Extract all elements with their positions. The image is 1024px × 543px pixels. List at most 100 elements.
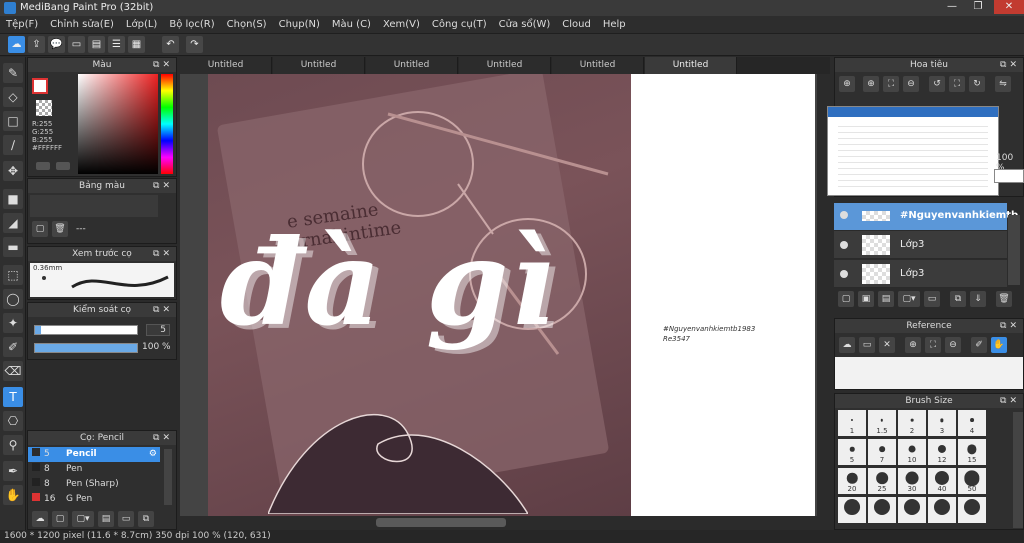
- zoom-fit-icon[interactable]: ⊕: [839, 76, 855, 92]
- duplicate-layer-icon[interactable]: ⧉: [950, 291, 966, 307]
- undo-icon[interactable]: ↶: [162, 36, 179, 53]
- delete-layer-icon[interactable]: 🗑: [996, 291, 1012, 307]
- list-icon[interactable]: ☰: [108, 36, 125, 53]
- brush-settings-icon[interactable]: ▤: [98, 511, 114, 527]
- color-mode-button[interactable]: [36, 162, 50, 170]
- brush-size-option[interactable]: 1.5: [868, 410, 896, 436]
- brush-size-option[interactable]: 10: [898, 439, 926, 465]
- menu-file[interactable]: Tệp(F): [0, 16, 44, 34]
- tab-untitled-2[interactable]: Untitled: [273, 57, 365, 74]
- document-icon[interactable]: ▤: [88, 36, 105, 53]
- duplicate-icon[interactable]: ⧉: [138, 511, 154, 527]
- tab-untitled-4[interactable]: Untitled: [459, 57, 551, 74]
- brush-size-option[interactable]: [868, 497, 896, 523]
- tab-untitled-1[interactable]: Untitled: [180, 57, 272, 74]
- hand-icon[interactable]: ✋: [991, 337, 1007, 353]
- zoom-fit-icon[interactable]: ⛶: [925, 337, 941, 353]
- brush-size-value[interactable]: 5: [146, 324, 170, 336]
- menu-snap[interactable]: Chụp(N): [273, 16, 326, 34]
- new-layer-icon[interactable]: ▢: [838, 291, 854, 307]
- zoom-out-icon[interactable]: ⊖: [945, 337, 961, 353]
- zoom-in-icon[interactable]: ⊕: [905, 337, 921, 353]
- brush-size-option[interactable]: 1: [838, 410, 866, 436]
- brush-size-option[interactable]: 7: [868, 439, 896, 465]
- zoom-in-icon[interactable]: ⊕: [863, 76, 879, 92]
- add-brush-icon[interactable]: ▢▾: [72, 511, 94, 527]
- rotate-left-icon[interactable]: ↺: [929, 76, 945, 92]
- menu-layer[interactable]: Lớp(L): [120, 16, 163, 34]
- select-pen-icon[interactable]: ✐: [3, 337, 23, 357]
- visibility-icon[interactable]: [840, 211, 848, 219]
- brush-size-option[interactable]: [928, 497, 956, 523]
- layer-row-1[interactable]: #Nguyenvanhkiemtb: [834, 203, 1018, 231]
- merge-layer-icon[interactable]: ⇓: [970, 291, 986, 307]
- bucket-tool-icon[interactable]: ◢: [3, 213, 23, 233]
- menu-select[interactable]: Chọn(S): [221, 16, 273, 34]
- brush-item-g-pen[interactable]: 16 G Pen: [28, 492, 160, 507]
- tab-untitled-3[interactable]: Untitled: [366, 57, 458, 74]
- panel-close-icon[interactable]: ⧉✕: [153, 179, 173, 193]
- gear-icon[interactable]: ⚙: [149, 447, 157, 462]
- eyedropper-icon[interactable]: ✐: [971, 337, 987, 353]
- eraser-tool-icon[interactable]: ◇: [3, 87, 23, 107]
- restore-button[interactable]: ❐: [966, 0, 990, 14]
- menu-edit[interactable]: Chỉnh sửa(E): [44, 16, 120, 34]
- brush-size-option[interactable]: [898, 497, 926, 523]
- brush-size-option[interactable]: [838, 497, 866, 523]
- tab-untitled-5[interactable]: Untitled: [552, 57, 644, 74]
- brush-size-option[interactable]: 40: [928, 468, 956, 494]
- pen-tool-icon[interactable]: ✒: [3, 461, 23, 481]
- cloud-icon[interactable]: ☁: [839, 337, 855, 353]
- canvas-paper[interactable]: #Nguyenvanhkiemtb1983 Re3547: [631, 74, 815, 516]
- magic-wand-icon[interactable]: ✦: [3, 313, 23, 333]
- line-tool-icon[interactable]: ∕: [3, 135, 23, 155]
- brush-list-scrollbar[interactable]: [164, 449, 172, 505]
- visibility-icon[interactable]: [840, 270, 848, 278]
- layers-scrollbar[interactable]: [1008, 215, 1020, 285]
- new-8bit-layer-icon[interactable]: ▤: [878, 291, 894, 307]
- rotate-reset-icon[interactable]: ⛶: [949, 76, 965, 92]
- new-brush-icon[interactable]: ▢: [52, 511, 68, 527]
- background-color-swatch[interactable]: [36, 100, 52, 116]
- delete-palette-icon[interactable]: 🗑: [52, 221, 68, 237]
- zoom-actual-icon[interactable]: ⛶: [883, 76, 899, 92]
- fill-rect-tool-icon[interactable]: ■: [3, 189, 23, 209]
- overlay-text[interactable]: đà gì: [220, 224, 557, 342]
- brush-size-option[interactable]: 25: [868, 468, 896, 494]
- comment-icon[interactable]: 💬: [48, 36, 65, 53]
- panel-close-icon[interactable]: ⧉✕: [1000, 394, 1020, 408]
- brush-size-slider[interactable]: [34, 325, 138, 335]
- brush-size-scrollbar[interactable]: [1013, 412, 1023, 528]
- brush-size-option[interactable]: 3: [928, 410, 956, 436]
- folder-icon[interactable]: ▭: [924, 291, 940, 307]
- brush-item-pen-sharp[interactable]: 8 Pen (Sharp): [28, 477, 160, 492]
- brush-size-option[interactable]: 5: [838, 439, 866, 465]
- panel-close-icon[interactable]: ⧉✕: [1000, 319, 1020, 333]
- hand-tool-icon[interactable]: ✋: [3, 485, 23, 505]
- layer-row-3[interactable]: Lớp3: [834, 260, 1007, 288]
- brush-size-option[interactable]: 12: [928, 439, 956, 465]
- menu-cloud[interactable]: Cloud: [556, 16, 597, 34]
- add-layer-dropdown-icon[interactable]: ▢▾: [898, 291, 920, 307]
- panel-close-icon[interactable]: ⧉✕: [153, 247, 173, 261]
- foreground-color-swatch[interactable]: [32, 78, 48, 94]
- brush-size-option[interactable]: 15: [958, 439, 986, 465]
- color-gradient-picker[interactable]: [78, 74, 158, 174]
- brush-size-option[interactable]: 2: [898, 410, 926, 436]
- eyedropper-tool-icon[interactable]: ⚲: [3, 435, 23, 455]
- folder-icon[interactable]: ▭: [118, 511, 134, 527]
- menu-window[interactable]: Cửa sổ(W): [493, 16, 557, 34]
- open-folder-icon[interactable]: ▭: [859, 337, 875, 353]
- brush-item-pen[interactable]: 8 Pen: [28, 462, 160, 477]
- close-reference-icon[interactable]: ✕: [879, 337, 895, 353]
- rotate-right-icon[interactable]: ↻: [969, 76, 985, 92]
- brush-size-option[interactable]: 30: [898, 468, 926, 494]
- minimize-button[interactable]: —: [940, 0, 964, 14]
- menu-color[interactable]: Màu (C): [326, 16, 377, 34]
- palette-area[interactable]: [30, 195, 158, 217]
- text-tool-icon[interactable]: T: [3, 387, 23, 407]
- brush-opacity-slider[interactable]: [34, 343, 138, 353]
- menu-view[interactable]: Xem(V): [377, 16, 426, 34]
- message-icon[interactable]: ▭: [68, 36, 85, 53]
- zoom-out-icon[interactable]: ⊖: [903, 76, 919, 92]
